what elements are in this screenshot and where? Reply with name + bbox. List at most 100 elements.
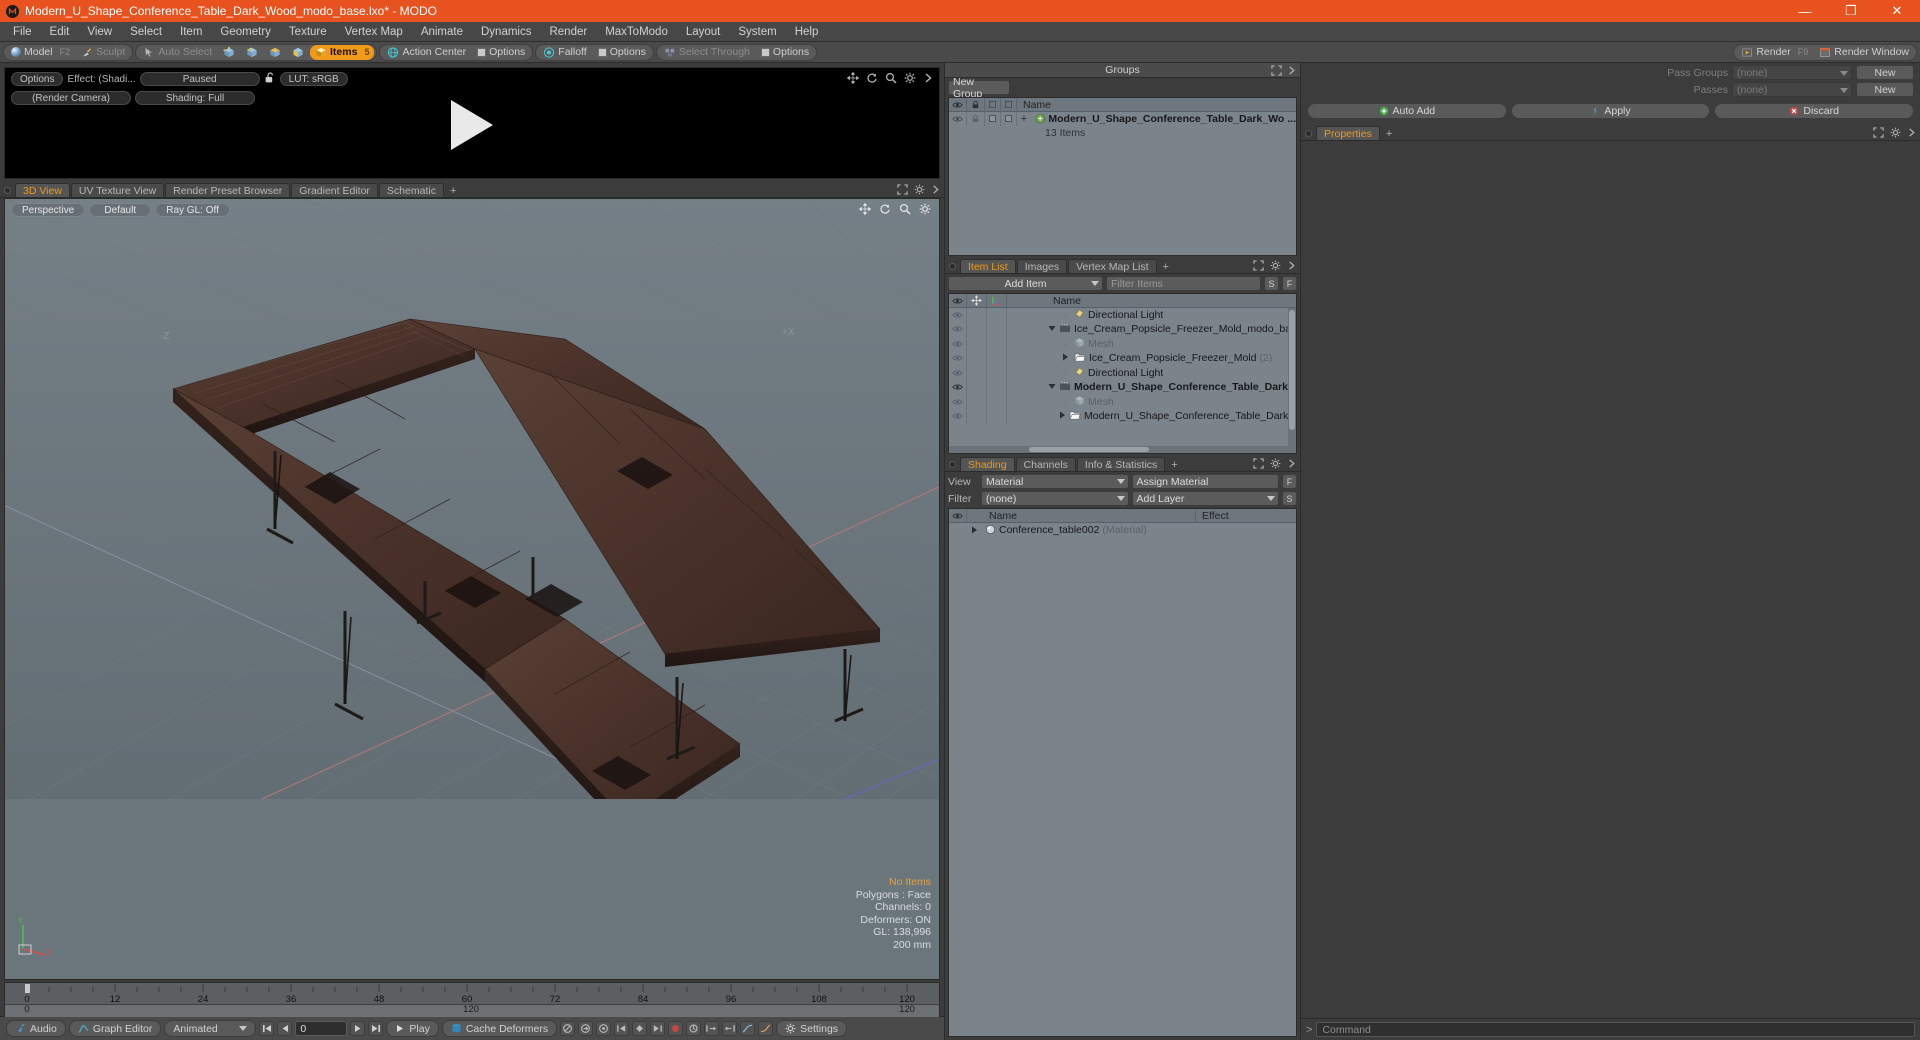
goto-start-button[interactable]: [259, 1021, 275, 1036]
row-transform-cell[interactable]: [967, 380, 987, 395]
audio-button[interactable]: Audio: [6, 1020, 66, 1037]
auto-select-button[interactable]: Auto Select: [138, 45, 217, 60]
timeline[interactable]: 0 12 24 36 48 60 72 84 96 108 120 0 120 …: [4, 982, 940, 1017]
add-item-button[interactable]: Add Item: [948, 276, 1103, 291]
item-list-vscrollbar[interactable]: [1288, 308, 1296, 446]
expand-arrow-icon[interactable]: [923, 72, 933, 84]
row-axis-cell[interactable]: [987, 394, 1007, 409]
tab-item-list[interactable]: Item List: [960, 259, 1016, 273]
command-input[interactable]: Command: [1316, 1022, 1915, 1037]
table-row[interactable]: Modern_U_Shape_Conference_Table_Dark_Woo…: [949, 409, 1296, 425]
collapse-arrow-icon[interactable]: [1287, 65, 1296, 76]
collapse-arrow-icon[interactable]: [1287, 260, 1296, 271]
menu-item-animate[interactable]: Animate: [412, 22, 472, 42]
table-row[interactable]: · Directional Light: [949, 365, 1296, 381]
render-shading-button[interactable]: Shading: Full: [135, 91, 255, 105]
prev-frame-button[interactable]: [277, 1021, 293, 1036]
viewport-style-button[interactable]: Default: [89, 203, 152, 217]
row-axis-cell[interactable]: [987, 409, 1007, 424]
maximize-pane-icon[interactable]: [1253, 260, 1264, 271]
polygons-mode-button[interactable]: [264, 45, 286, 60]
groups-list[interactable]: Name + Modern_U_Shape_Conference_Table_D…: [948, 97, 1297, 256]
menu-item-maxtomodo[interactable]: MaxToModo: [596, 22, 677, 42]
add-layer-s-button[interactable]: S: [1282, 491, 1297, 506]
tab-properties[interactable]: Properties: [1316, 126, 1380, 140]
item-list-hscrollbar[interactable]: [949, 446, 1296, 453]
tab-menu-dot-icon[interactable]: [949, 263, 956, 270]
add-tab-button[interactable]: +: [1381, 128, 1397, 140]
edges-mode-button[interactable]: [241, 45, 263, 60]
autokey-button[interactable]: [686, 1021, 702, 1036]
search-icon[interactable]: [899, 203, 911, 215]
menu-item-vertex-map[interactable]: Vertex Map: [336, 22, 412, 42]
row-expander[interactable]: [967, 523, 981, 538]
menu-item-file[interactable]: File: [4, 22, 41, 42]
row-expander[interactable]: [1048, 381, 1056, 393]
viewport-raygl-button[interactable]: Ray GL: Off: [155, 203, 230, 217]
timeline-range-bar[interactable]: 0 120 120: [5, 1004, 939, 1015]
table-row[interactable]: Conference_table002 (Material): [949, 523, 1296, 538]
discard-button[interactable]: Discard: [1714, 103, 1915, 119]
render-button[interactable]: Render F9: [1736, 45, 1813, 60]
maximize-button[interactable]: ❐: [1828, 0, 1874, 22]
row-visibility-toggle[interactable]: [949, 111, 967, 126]
row-visibility-toggle[interactable]: [949, 394, 967, 409]
menu-item-select[interactable]: Select: [121, 22, 171, 42]
row-transform-cell[interactable]: [967, 351, 987, 366]
row-transform-cell[interactable]: [967, 322, 987, 337]
render-camera-button[interactable]: (Render Camera): [11, 91, 131, 105]
play-button[interactable]: Play: [386, 1020, 439, 1037]
sculpt-mode-button[interactable]: Sculpt: [76, 45, 130, 60]
select-through-button[interactable]: Select Through: [659, 45, 755, 60]
row-visibility-toggle[interactable]: [949, 380, 967, 395]
action-center-button[interactable]: Action Center: [382, 45, 471, 60]
falloff-button[interactable]: Falloff: [538, 45, 591, 60]
table-row[interactable]: Modern_U_Shape_Conference_Table_Dark_Woo…: [949, 380, 1296, 396]
unlock-icon[interactable]: [264, 71, 276, 87]
row-transform-cell[interactable]: [967, 307, 987, 322]
menu-item-texture[interactable]: Texture: [280, 22, 336, 42]
materials-mode-button[interactable]: [287, 45, 309, 60]
row-axis-cell[interactable]: [987, 380, 1007, 395]
row-transform-cell[interactable]: [967, 336, 987, 351]
apply-button[interactable]: Apply: [1510, 103, 1711, 119]
add-tab-button[interactable]: +: [1158, 261, 1174, 273]
row-visibility-toggle[interactable]: [949, 351, 967, 366]
new-group-button[interactable]: New Group: [948, 76, 1010, 100]
filter-items-input[interactable]: Filter Items: [1106, 276, 1261, 291]
new-pass-group-button[interactable]: New: [1856, 65, 1914, 80]
record-button[interactable]: [668, 1021, 684, 1036]
gear-icon[interactable]: [1270, 260, 1281, 271]
close-button[interactable]: ✕: [1874, 0, 1920, 22]
gear-icon[interactable]: [1270, 458, 1281, 469]
lut-button[interactable]: LUT: sRGB: [279, 72, 348, 86]
collapse-arrow-icon[interactable]: [931, 184, 940, 195]
menu-item-dynamics[interactable]: Dynamics: [472, 22, 540, 42]
item-list-tree[interactable]: Name · Directional Light Ice_Cream_Popsicl…: [948, 293, 1297, 454]
key-mode-3-button[interactable]: [596, 1021, 612, 1036]
menu-item-item[interactable]: Item: [171, 22, 211, 42]
render-window-button[interactable]: Render Window: [1814, 45, 1914, 60]
tab-schematic[interactable]: Schematic: [378, 183, 444, 197]
gear-icon[interactable]: [914, 184, 925, 195]
table-row[interactable]: + Modern_U_Shape_Conference_Table_Dark_W…: [949, 111, 1296, 127]
render-preview-pane[interactable]: Options Effect: (Shadi... Paused LUT: sR…: [4, 67, 940, 179]
menu-item-help[interactable]: Help: [786, 22, 828, 42]
row-expander[interactable]: +: [1017, 112, 1031, 127]
row-axis-cell[interactable]: [987, 307, 1007, 322]
tab-info-statistics[interactable]: Info & Statistics: [1076, 457, 1166, 471]
settings-button[interactable]: Settings: [776, 1020, 848, 1037]
menu-item-geometry[interactable]: Geometry: [211, 22, 280, 42]
row-visibility-toggle[interactable]: [949, 307, 967, 322]
row-visibility-toggle[interactable]: [949, 322, 967, 337]
row-checkbox-a[interactable]: [985, 111, 1001, 126]
play-triangle-icon[interactable]: [451, 100, 493, 151]
tab-vertex-map-list[interactable]: Vertex Map List: [1068, 259, 1157, 273]
falloff-options-button[interactable]: Options: [593, 45, 651, 60]
auto-add-button[interactable]: Auto Add: [1307, 103, 1507, 119]
gear-icon[interactable]: [1890, 127, 1901, 138]
row-expander[interactable]: [1048, 323, 1056, 335]
gear-icon[interactable]: [919, 203, 931, 215]
table-row[interactable]: · Directional Light: [949, 307, 1296, 323]
select-through-options-button[interactable]: Options: [756, 45, 814, 60]
